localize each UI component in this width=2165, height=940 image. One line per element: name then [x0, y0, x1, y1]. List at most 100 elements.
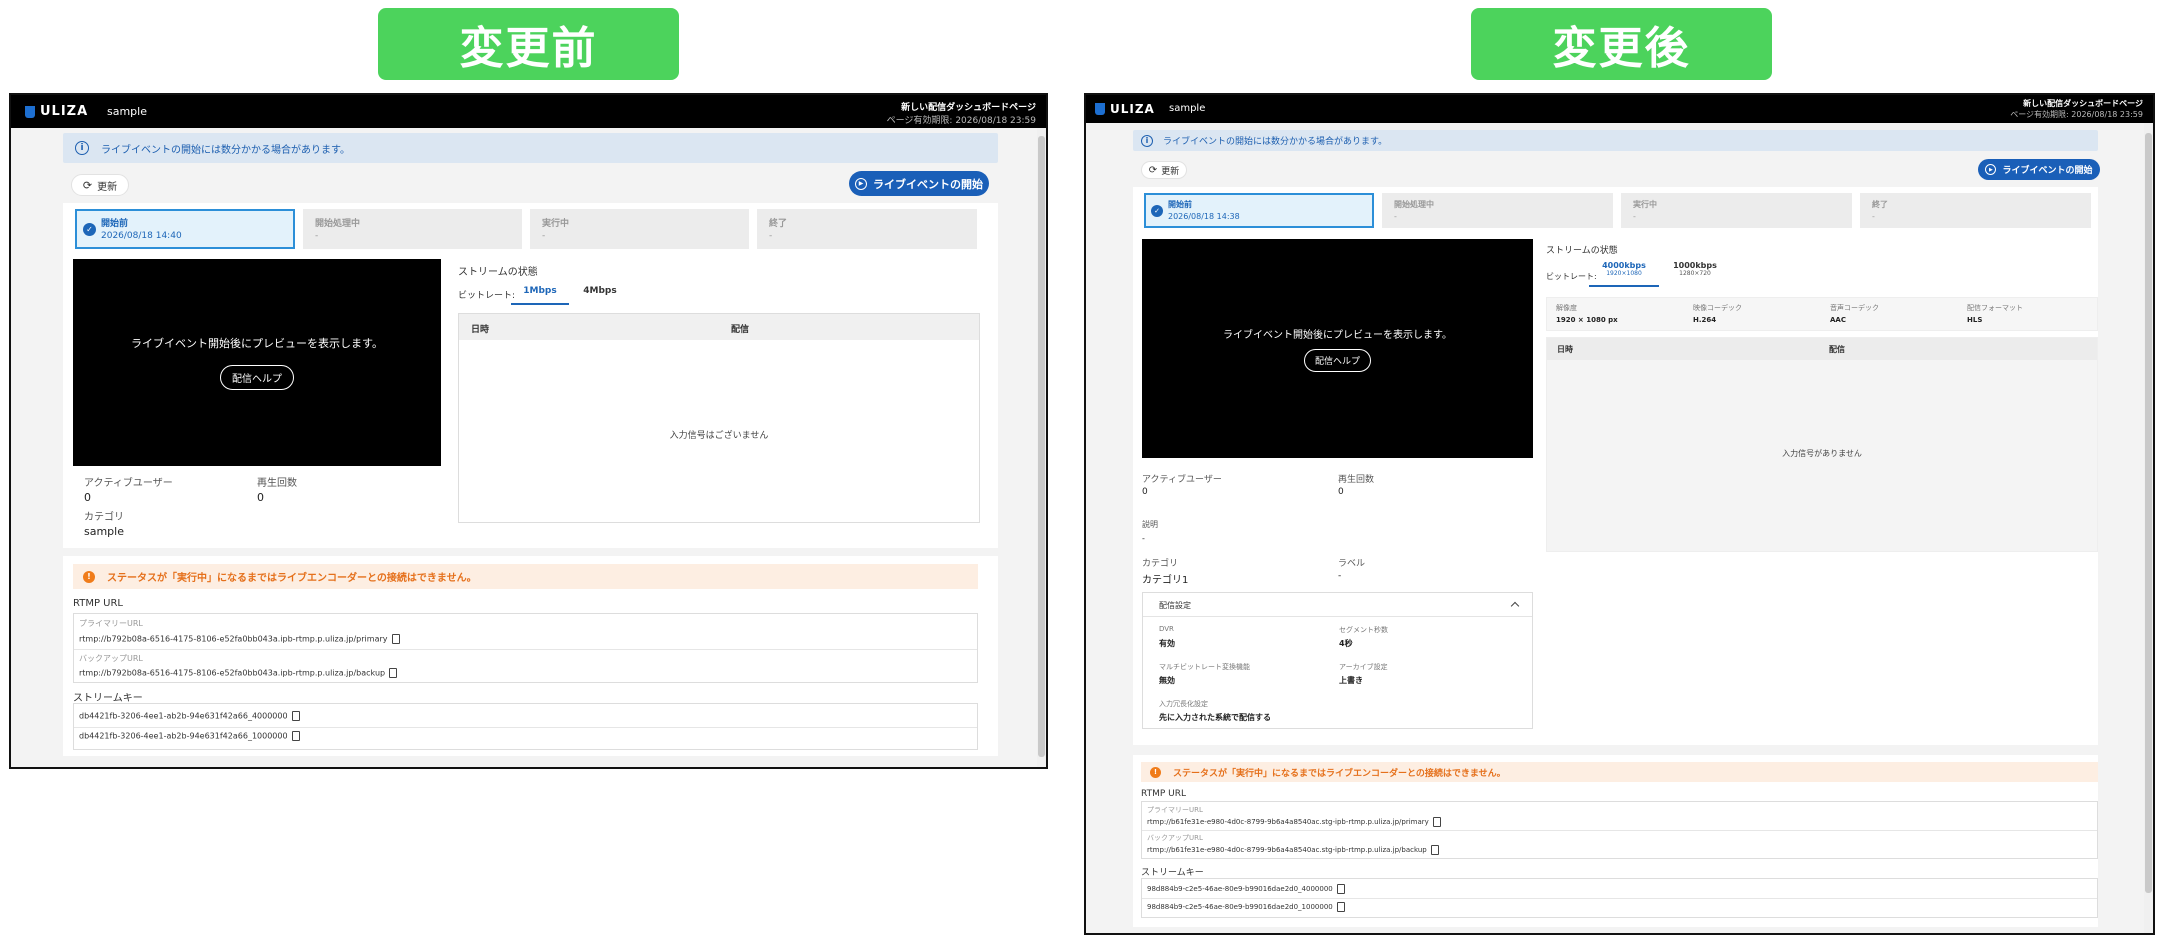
play-count-value: 0 — [1338, 487, 1344, 497]
connection-panel: ! ステータスが「実行中」になるまではライブエンコーダーとの接続はできません。 R… — [1133, 755, 2098, 927]
setting-dvr-label: DVR — [1159, 625, 1174, 633]
step-running: 実行中 - — [530, 209, 749, 249]
caption-before: 変更前 — [378, 8, 679, 80]
copy-icon[interactable] — [1430, 845, 1439, 855]
tab-1mbps[interactable]: 1Mbps — [511, 286, 569, 305]
refresh-icon: ⟳ — [1148, 164, 1158, 176]
page-info: 新しい配信ダッシュボードページ ページ有効期限: 2026/08/18 23:5… — [2010, 98, 2143, 120]
label-value: - — [1338, 571, 1342, 581]
logo-mark-icon — [1095, 103, 1105, 115]
copy-icon[interactable] — [291, 731, 300, 741]
step-before: ✓ 開始前 2026/08/18 14:40 — [75, 209, 295, 249]
active-users-value: 0 — [84, 491, 91, 504]
play-icon: ▶ — [1985, 164, 1997, 175]
copy-icon[interactable] — [1336, 902, 1345, 912]
copy-icon[interactable] — [1432, 817, 1441, 827]
delivery-settings: 配信設定 DVR 有効 セグメント秒数 4秒 マルチビットレート変換機能 無効 … — [1142, 592, 1533, 729]
app-header: ULIZA sample 新しい配信ダッシュボードページ ページ有効期限: 20… — [11, 95, 1046, 128]
spec-video-codec-label: 映像コーデック — [1693, 304, 1742, 312]
app-name: sample — [107, 105, 147, 118]
active-users-label: アクティブユーザー — [1142, 475, 1222, 485]
connection-panel: ! ステータスが「実行中」になるまではライブエンコーダーとの接続はできません。 R… — [63, 556, 998, 756]
col-datetime: 日時 — [471, 325, 490, 335]
tab-1000kbps[interactable]: 1000kbps 1280×720 — [1665, 261, 1725, 287]
active-users-label: アクティブユーザー — [84, 478, 173, 489]
play-count-label: 再生回数 — [257, 478, 297, 489]
refresh-button[interactable]: ⟳ 更新 — [1141, 161, 1187, 179]
check-icon: ✓ — [1151, 205, 1163, 217]
page-info: 新しい配信ダッシュボードページ ページ有効期限: 2026/08/18 23:5… — [887, 100, 1036, 126]
delivery-settings-header[interactable]: 配信設定 — [1143, 593, 1532, 617]
setting-archive-label: アーカイブ設定 — [1339, 663, 1388, 671]
step-finished: 終了 - — [1860, 193, 2091, 228]
scrollbar[interactable] — [1037, 128, 1046, 767]
active-users-value: 0 — [1142, 487, 1148, 497]
primary-url-label: プライマリーURL — [1147, 806, 1203, 814]
label-label: ラベル — [1338, 559, 1366, 569]
app-header: ULIZA sample 新しい配信ダッシュボードページ ページ有効期限: 20… — [1086, 95, 2153, 123]
preview-area: ライブイベント開始後にプレビューを表示します。 配信ヘルプ — [1142, 239, 1533, 458]
backup-url-label: バックアップURL — [79, 654, 143, 663]
logo-mark-icon — [25, 105, 35, 118]
empty-message: 入力信号はございません — [669, 431, 769, 441]
uliza-logo[interactable]: ULIZA — [1095, 102, 1155, 116]
bitrate-label: ビットレート: — [458, 291, 516, 301]
spec-resolution-value: 1920 × 1080 px — [1556, 316, 1618, 324]
primary-url-value: rtmp://b61fe31e-e980-4d0c-8799-9b6a4a854… — [1147, 817, 1441, 827]
spec-format-value: HLS — [1967, 316, 1983, 324]
rtmp-url-title: RTMP URL — [73, 598, 124, 609]
stream-key-2: 98d884b9-c2e5-46ae-80e9-b99016dae2d0_100… — [1147, 902, 1345, 912]
step-starting: 開始処理中 - — [303, 209, 522, 249]
stream-table: 日時 配信 入力信号がありません — [1546, 337, 2098, 552]
setting-redundancy-label: 入力冗長化設定 — [1159, 700, 1208, 708]
copy-icon[interactable] — [391, 634, 400, 644]
spec-resolution-label: 解像度 — [1556, 304, 1577, 312]
warning-notice: ! ステータスが「実行中」になるまではライブエンコーダーとの接続はできません。 — [1141, 762, 2098, 782]
description-label: 説明 — [1142, 520, 1158, 529]
start-live-event-button[interactable]: ▶ ライブイベントの開始 — [849, 171, 989, 196]
setting-dvr-value: 有効 — [1159, 639, 1175, 648]
rtmp-url-box: プライマリーURL rtmp://b61fe31e-e980-4d0c-8799… — [1141, 801, 2098, 859]
check-icon: ✓ — [83, 223, 96, 236]
step-starting: 開始処理中 - — [1382, 193, 1613, 228]
info-icon: i — [1141, 134, 1153, 147]
setting-segment-label: セグメント秒数 — [1339, 626, 1388, 634]
stream-table: 日時 配信 入力信号はございません — [458, 313, 980, 523]
uliza-logo[interactable]: ULIZA — [25, 104, 88, 119]
stream-status-title: ストリームの状態 — [458, 267, 538, 278]
copy-icon[interactable] — [291, 711, 300, 721]
rtmp-url-box: プライマリーURL rtmp://b792b08a-6516-4175-8106… — [73, 613, 978, 683]
scrollbar[interactable] — [2144, 123, 2153, 933]
primary-url-value: rtmp://b792b08a-6516-4175-8106-e52fa0bb0… — [79, 634, 400, 644]
stream-key-1: 98d884b9-c2e5-46ae-80e9-b99016dae2d0_400… — [1147, 884, 1345, 894]
info-icon: i — [75, 141, 89, 155]
category-label: カテゴリ — [84, 512, 124, 523]
page-title: 新しい配信ダッシュボードページ — [2023, 99, 2143, 108]
refresh-icon: ⟳ — [82, 178, 93, 192]
rtmp-url-title: RTMP URL — [1141, 789, 1187, 799]
caption-after: 変更後 — [1471, 8, 1772, 80]
stream-key-box: db4421fb-3206-4ee1-ab2b-94e631f42a66_400… — [73, 703, 978, 750]
main-panel: ✓ 開始前 2026/08/18 14:40 開始処理中 - 実行中 - 終了 - ライ… — [63, 203, 998, 548]
tab-4000kbps[interactable]: 4000kbps 1920×1080 — [1589, 261, 1659, 287]
chevron-up-icon[interactable] — [1510, 601, 1520, 611]
stream-key-title: ストリームキー — [1141, 868, 1204, 878]
start-live-event-button[interactable]: ▶ ライブイベントの開始 — [1978, 159, 2100, 180]
help-button[interactable]: 配信ヘルプ — [220, 365, 294, 390]
description-value: - — [1142, 534, 1145, 543]
after-screen: ULIZA sample 新しい配信ダッシュボードページ ページ有効期限: 20… — [1084, 93, 2155, 935]
setting-multibitrate-value: 無効 — [1159, 676, 1175, 685]
tab-4mbps[interactable]: 4Mbps — [575, 286, 625, 305]
backup-url-value: rtmp://b61fe31e-e980-4d0c-8799-9b6a4a854… — [1147, 845, 1439, 855]
col-delivery: 配信 — [731, 325, 750, 335]
refresh-button[interactable]: ⟳ 更新 — [71, 174, 129, 196]
warning-icon: ! — [83, 570, 95, 583]
copy-icon[interactable] — [389, 668, 398, 678]
copy-icon[interactable] — [1336, 884, 1345, 894]
empty-message: 入力信号がありません — [1782, 449, 1862, 458]
help-button[interactable]: 配信ヘルプ — [1303, 348, 1371, 372]
play-icon: ▶ — [855, 177, 867, 190]
spec-video-codec-value: H.264 — [1693, 316, 1717, 324]
before-screen: ULIZA sample 新しい配信ダッシュボードページ ページ有効期限: 20… — [9, 93, 1048, 769]
play-count-label: 再生回数 — [1338, 475, 1375, 485]
